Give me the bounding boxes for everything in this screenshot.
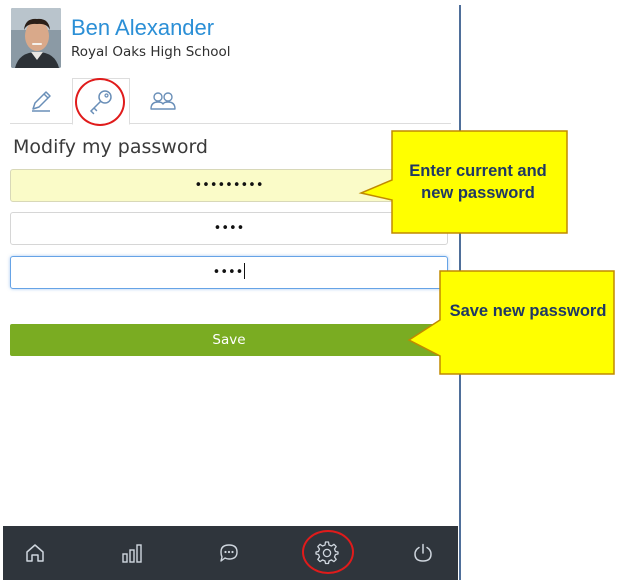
new-password-field[interactable]: •••• xyxy=(10,212,448,245)
bar-chart-icon xyxy=(122,544,142,563)
current-password-value: ••••••••• xyxy=(194,178,264,193)
profile-tabs xyxy=(10,78,451,125)
power-icon xyxy=(414,543,432,562)
bottom-nav xyxy=(3,526,458,580)
tab-password[interactable] xyxy=(72,78,130,125)
nav-messages[interactable] xyxy=(199,526,259,580)
nav-logout[interactable] xyxy=(393,526,453,580)
callout-save-text: Save new password xyxy=(449,302,607,320)
section-title: Modify my password xyxy=(13,136,208,158)
users-icon xyxy=(150,92,176,110)
avatar xyxy=(11,8,61,68)
pencil-icon xyxy=(32,91,51,112)
person-photo-icon xyxy=(11,8,61,68)
panel-divider xyxy=(459,5,461,580)
home-icon xyxy=(26,544,44,562)
settings-panel: Ben Alexander Royal Oaks High School Mod… xyxy=(3,0,459,585)
nav-home[interactable] xyxy=(5,526,65,580)
profile-name: Ben Alexander xyxy=(71,15,215,40)
confirm-password-value: •••• xyxy=(212,265,244,280)
confirm-password-field[interactable]: •••• xyxy=(10,256,448,289)
gear-icon xyxy=(315,541,339,565)
nav-stats[interactable] xyxy=(103,526,163,580)
chat-bubble-icon xyxy=(220,544,238,562)
save-button[interactable]: Save xyxy=(10,324,448,356)
new-password-value: •••• xyxy=(213,221,245,236)
tab-edit-profile[interactable] xyxy=(12,78,70,124)
tab-groups[interactable] xyxy=(134,78,192,124)
text-caret xyxy=(244,263,246,279)
key-icon xyxy=(89,89,112,114)
current-password-field[interactable]: ••••••••• xyxy=(10,169,448,202)
nav-settings[interactable] xyxy=(297,526,357,580)
profile-school: Royal Oaks High School xyxy=(71,44,231,60)
